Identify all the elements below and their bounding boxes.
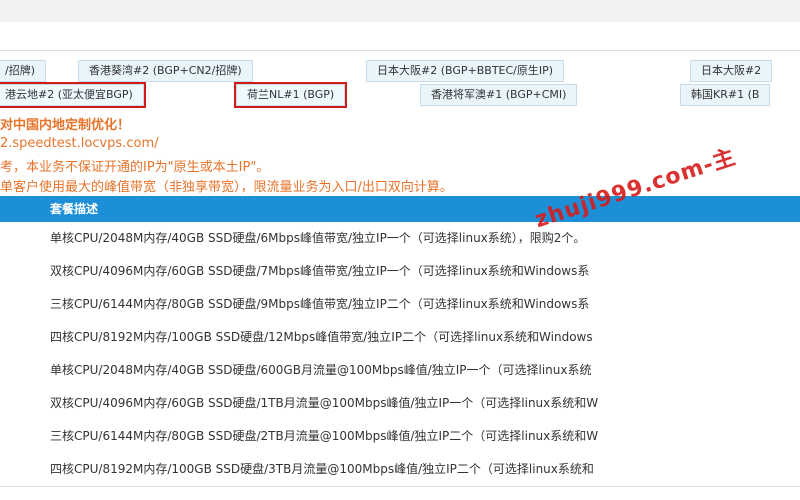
speedtest-link[interactable]: 2.speedtest.locvps.com/: [0, 136, 158, 151]
location-tab-hk-tseung-kwan-o-1[interactable]: 香港将军澳#1 (BGP+CMI): [420, 84, 578, 106]
notice-optimized: 对中国内地定制优化！: [0, 118, 131, 133]
table-row: 三核CPU/6144M内存/80GB SSD硬盘/9Mbps峰值带宽/独立IP二…: [0, 288, 800, 322]
plan-description: 单核CPU/2048M内存/40GB SSD硬盘/600GB月流量@100Mbp…: [50, 363, 592, 377]
page-header-bar: [0, 22, 800, 51]
plan-description: 三核CPU/6144M内存/80GB SSD硬盘/9Mbps峰值带宽/独立IP二…: [50, 297, 590, 311]
location-tab-hk-cloud-2[interactable]: 港云地#2 (亚太便宜BGP): [0, 82, 146, 108]
location-tabs: /招牌) 香港葵湾#2 (BGP+CN2/招牌) 日本大阪#2 (BGP+BBT…: [0, 60, 800, 108]
table-row: 单核CPU/2048M内存/40GB SSD硬盘/6Mbps峰值带宽/独立IP一…: [0, 222, 800, 256]
location-tab-kr-1[interactable]: 韩国KR#1 (B: [680, 84, 771, 106]
location-tab-hk-kwai-chung-2[interactable]: 香港葵湾#2 (BGP+CN2/招牌): [78, 60, 253, 82]
location-tab-nl-1[interactable]: 荷兰NL#1 (BGP): [233, 82, 348, 108]
plan-description: 四核CPU/8192M内存/100GB SSD硬盘/12Mbps峰值带宽/独立I…: [50, 330, 593, 344]
notice-bandwidth: 单客户使用最大的峰值带宽（非独享带宽），限流量业务为入口/出口双向计算。: [0, 180, 453, 195]
table-row: 三核CPU/6144M内存/80GB SSD硬盘/2TB月流量@100Mbps峰…: [0, 420, 800, 454]
table-row: 双核CPU/4096M内存/60GB SSD硬盘/1TB月流量@100Mbps峰…: [0, 387, 800, 421]
plan-description: 双核CPU/4096M内存/60GB SSD硬盘/1TB月流量@100Mbps峰…: [50, 396, 599, 410]
plan-table: 单核CPU/2048M内存/40GB SSD硬盘/6Mbps峰值带宽/独立IP一…: [0, 222, 800, 500]
location-tab-1[interactable]: /招牌): [0, 60, 46, 82]
notice-ip-disclaimer: 考，本业务不保证开通的IP为"原生或本土IP"。: [0, 160, 270, 175]
table-row: 单核CPU/2048M内存/40GB SSD硬盘/600GB月流量@100Mbp…: [0, 354, 800, 388]
top-strip: [0, 0, 800, 23]
plan-description: 单核CPU/2048M内存/40GB SSD硬盘/6Mbps峰值带宽/独立IP一…: [50, 231, 586, 245]
plan-description: 四核CPU/8192M内存/100GB SSD硬盘/3TB月流量@100Mbps…: [50, 462, 594, 476]
plan-table-header: 套餐描述: [0, 196, 800, 222]
table-row: 四核CPU/8192M内存/100GB SSD硬盘/3TB月流量@100Mbps…: [0, 453, 800, 487]
plan-description-header: 套餐描述: [50, 202, 99, 216]
table-row: 四核CPU/8192M内存/100GB SSD硬盘/12Mbps峰值带宽/独立I…: [0, 321, 800, 355]
location-tab-jp-osaka-2[interactable]: 日本大阪#2 (BGP+BBTEC/原生IP): [366, 60, 565, 82]
table-row: 双核CPU/4096M内存/60GB SSD硬盘/7Mbps峰值带宽/独立IP一…: [0, 255, 800, 289]
plan-description: 双核CPU/4096M内存/60GB SSD硬盘/7Mbps峰值带宽/独立IP一…: [50, 264, 590, 278]
plan-description: 三核CPU/6144M内存/80GB SSD硬盘/2TB月流量@100Mbps峰…: [50, 429, 599, 443]
location-tab-jp-osaka-2-b[interactable]: 日本大阪#2: [690, 60, 773, 82]
